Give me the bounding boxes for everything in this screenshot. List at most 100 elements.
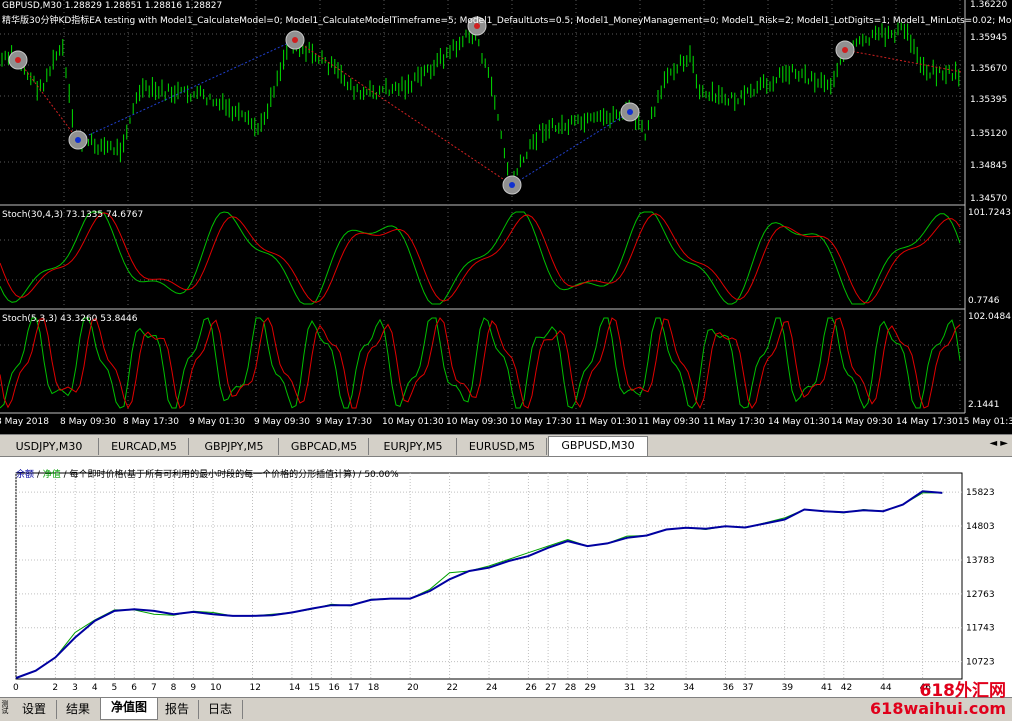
time-axis-label: 10 May 09:30	[446, 417, 508, 427]
equity-legend: 余额 / 净值 / 每个即时价格(基于所有可利用的最小时段的每一个价格的分形插值…	[16, 470, 399, 480]
tester-tab-0[interactable]: 设置	[12, 700, 57, 719]
site-watermark: 618外汇网 618waihui.com	[870, 681, 1006, 718]
symbol-tab-eurusd-m5[interactable]: EURUSD,M5	[458, 438, 547, 455]
y-tick-label: 11743	[966, 624, 995, 634]
ea-parameters-line: 精华版30分钟KD指标EA testing with Model1_Calcul…	[2, 16, 1012, 26]
x-tick-label: 39	[782, 683, 794, 693]
trade-line	[844, 49, 963, 73]
stoch-1-max: 101.7243	[968, 208, 1011, 218]
price-axis-label: 1.35120	[970, 129, 1008, 139]
y-tick-label: 12763	[966, 590, 995, 600]
trade-arrow-icon	[509, 182, 515, 188]
x-tick-label: 41	[821, 683, 832, 693]
trade-line	[294, 39, 513, 186]
x-tick-label: 37	[742, 683, 753, 693]
time-axis-label: 8 May 2018	[0, 417, 49, 427]
tester-tab-4[interactable]: 日志	[198, 700, 243, 719]
x-tick-label: 34	[683, 683, 695, 693]
symbol-tab-bar: USDJPY,M30 EURCAD,M5 GBPJPY,M5 GBPCAD,M5 EUR…	[0, 434, 1012, 457]
symbol-tab-eurjpy-m5[interactable]: EURJPY,M5	[370, 438, 457, 455]
time-axis-label: 9 May 17:30	[316, 417, 372, 427]
price-axis-label: 1.35670	[970, 64, 1008, 74]
stoch-signal-line	[0, 212, 961, 304]
x-tick-label: 36	[723, 683, 735, 693]
price-axis-label: 1.34570	[970, 194, 1008, 204]
x-tick-label: 5	[112, 683, 118, 693]
chart-title: GBPUSD,M30 1.28829 1.28851 1.28816 1.288…	[2, 1, 223, 11]
stoch-1-min: 0.7746	[968, 296, 1000, 306]
x-tick-label: 32	[644, 683, 655, 693]
y-tick-label: 15823	[966, 488, 995, 498]
x-tick-label: 28	[565, 683, 577, 693]
legend-equity: 净值	[42, 470, 61, 480]
trade-arrow-icon	[292, 37, 298, 43]
trade-arrow-icon	[15, 57, 21, 63]
x-tick-label: 8	[171, 683, 177, 693]
stoch-1-label: Stoch(30,4,3) 73.1335 74.6767	[2, 210, 144, 220]
tester-tab-3[interactable]: 报告	[156, 700, 199, 719]
x-tick-label: 24	[486, 683, 498, 693]
x-tick-label: 16	[328, 683, 340, 693]
symbol-tab-usdjpy-m30[interactable]: USDJPY,M30	[0, 438, 99, 455]
symbol-tab-gbpjpy-m5[interactable]: GBPJPY,M5	[190, 438, 279, 455]
symbol-tab-gbpusd-m30[interactable]: GBPUSD,M30	[548, 436, 648, 456]
x-tick-label: 22	[447, 683, 458, 693]
x-tick-label: 29	[585, 683, 597, 693]
x-tick-label: 14	[289, 683, 301, 693]
trade-arrow-icon	[627, 109, 633, 115]
equity-chart: 1072311743127631378314803158230 2 3 4 5 6 7 8 9 1…	[13, 472, 995, 693]
time-axis-label: 9 May 01:30	[189, 417, 245, 427]
x-tick-label: 4	[92, 683, 98, 693]
time-axis-label: 15 May 01:3	[958, 417, 1012, 427]
y-tick-label: 14803	[966, 522, 995, 532]
x-tick-label: 42	[841, 683, 852, 693]
x-tick-label: 18	[368, 683, 380, 693]
x-tick-label: 31	[624, 683, 635, 693]
tester-tab-bar: 设置 结果 净值图 报告 日志	[0, 697, 1012, 721]
stoch-main-line	[0, 211, 961, 305]
y-tick-label: 13783	[966, 556, 995, 566]
trade-arrow-icon	[75, 137, 81, 143]
stoch-2-label: Stoch(5,3,3) 43.3260 53.8446	[2, 314, 138, 324]
x-tick-label: 15	[309, 683, 320, 693]
price-axis-label: 1.36220	[970, 0, 1008, 10]
x-tick-label: 12	[250, 683, 261, 693]
stoch-main-line	[0, 317, 961, 409]
symbol-tab-eurcad-m5[interactable]: EURCAD,M5	[100, 438, 189, 455]
trade-line	[77, 39, 296, 141]
x-tick-label: 2	[52, 683, 58, 693]
tester-tab-1[interactable]: 结果	[56, 700, 101, 719]
tester-tab-2[interactable]: 净值图	[100, 698, 158, 720]
time-axis-label: 8 May 17:30	[123, 417, 179, 427]
x-tick-label: 20	[407, 683, 419, 693]
time-axis-label: 10 May 17:30	[510, 417, 572, 427]
x-tick-label: 26	[525, 683, 537, 693]
time-axis-label: 11 May 09:30	[638, 417, 700, 427]
time-axis-label: 10 May 01:30	[382, 417, 444, 427]
x-tick-label: 6	[131, 683, 137, 693]
stoch-2-min: 2.1441	[968, 400, 1000, 410]
legend-balance: 余额	[16, 470, 35, 480]
tab-scroll-arrows[interactable]: ◄ ►	[989, 438, 1008, 449]
equity-graph-panel: 10723 11743 12763 13783 14803 15823 0 2 3 4 5 6 7 8 9 1…	[0, 456, 1012, 698]
y-tick-label: 10723	[966, 658, 995, 668]
tester-side-label: 测试器	[1, 700, 9, 714]
chart-canvas[interactable]	[0, 0, 1012, 434]
price-axis-label: 1.35395	[970, 95, 1008, 105]
x-tick-label: 7	[151, 683, 157, 693]
time-axis-label: 9 May 09:30	[254, 417, 310, 427]
price-chart-window[interactable]: GBPUSD,M30 1.28829 1.28851 1.28816 1.288…	[0, 0, 1012, 434]
price-axis-label: 1.34845	[970, 161, 1008, 171]
x-tick-label: 0	[13, 683, 19, 693]
x-tick-label: 17	[348, 683, 359, 693]
time-axis-label: 11 May 01:30	[575, 417, 637, 427]
x-tick-label: 3	[72, 683, 78, 693]
symbol-tab-gbpcad-m5[interactable]: GBPCAD,M5	[280, 438, 369, 455]
price-axis-label: 1.35945	[970, 33, 1008, 43]
x-tick-label: 27	[545, 683, 556, 693]
x-tick-label: 9	[190, 683, 196, 693]
time-axis-label: 11 May 17:30	[703, 417, 765, 427]
time-axis-label: 14 May 09:30	[831, 417, 893, 427]
time-axis-label: 8 May 09:30	[60, 417, 116, 427]
time-axis-label: 14 May 01:30	[768, 417, 830, 427]
